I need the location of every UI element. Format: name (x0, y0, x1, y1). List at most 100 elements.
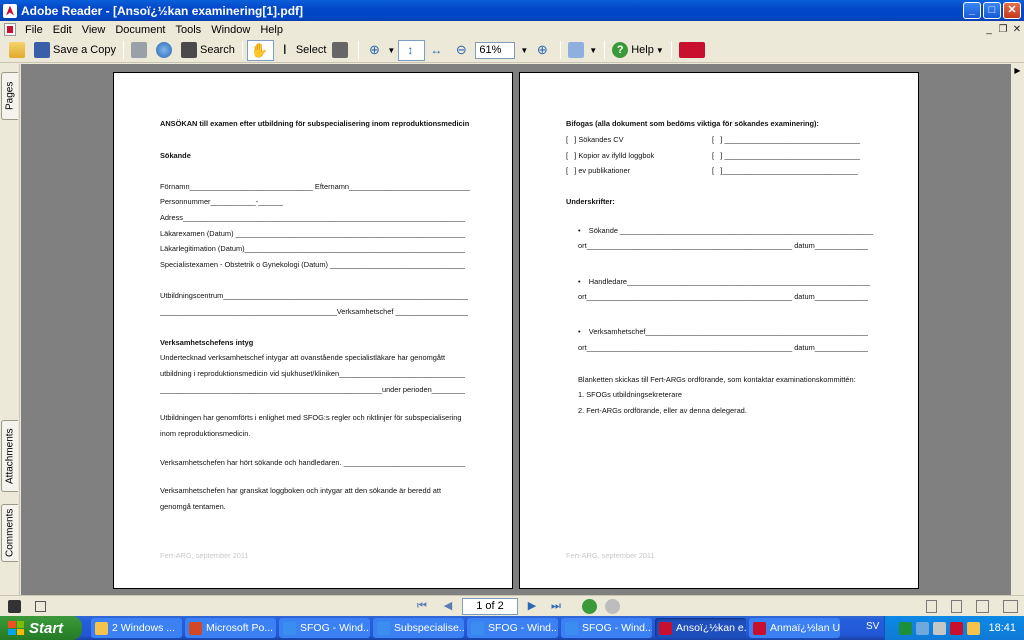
folder-icon (9, 42, 25, 58)
pdf-page-2: Bifogas (alla dokument som bedöms viktig… (519, 72, 919, 589)
actual-size-button[interactable]: ↕ (398, 39, 426, 61)
tab-attachments[interactable]: Attachments (1, 420, 18, 492)
title-bar: Adobe Reader - [Ansoï¿½kan examinering[1… (0, 0, 1024, 21)
clock[interactable]: 18:41 (988, 622, 1016, 634)
fit-width-button[interactable]: ↔ (425, 40, 450, 61)
single-page-layout-icon[interactable] (926, 599, 937, 613)
select-label: Select (295, 44, 327, 56)
rotate-button[interactable]: ▼ (565, 40, 600, 61)
zoom-input[interactable]: 61% (475, 41, 516, 59)
hand-tool-button[interactable]: ✋ (246, 39, 274, 61)
menu-edit[interactable]: Edit (48, 24, 77, 36)
taskbar-button[interactable]: SFOG - Wind... (561, 618, 652, 638)
sokande-heading: Sökande (160, 151, 191, 160)
open-button[interactable] (6, 40, 31, 61)
pdf-page-1: ANSÖKAN till examen efter utbildning för… (113, 72, 513, 589)
menu-help[interactable]: Help (255, 24, 288, 36)
tray-security-icon[interactable] (950, 621, 964, 635)
next-page-button[interactable]: ▶ (524, 598, 540, 614)
zoom-out-button[interactable]: ⊖ (450, 40, 475, 61)
task-label: 2 Windows ... (112, 622, 176, 634)
granskat-text-1: Verksamhetschefen har granskat loggboken… (160, 486, 442, 495)
menu-window[interactable]: Window (206, 24, 255, 36)
doc-close-button[interactable]: ✕ (1010, 24, 1024, 35)
forward-view-button[interactable] (605, 598, 620, 614)
task-label: Anmaï¿½lan Ut... (770, 622, 840, 634)
facing-layout-icon[interactable] (976, 599, 989, 613)
menu-file[interactable]: File (20, 24, 48, 36)
adress-line: Adress__________________________________… (160, 213, 465, 222)
email-button[interactable] (153, 40, 178, 61)
form-heading: ANSÖKAN till examen efter utbildning för… (160, 119, 470, 128)
window-title: Adobe Reader - [Ansoï¿½kan examinering[1… (21, 3, 304, 18)
page-footer: Fert-ARG, september 2011 (566, 551, 655, 560)
scroll-up-arrow-icon[interactable]: ▶ (1011, 64, 1024, 77)
text-select-icon: Ⅰ (282, 42, 287, 57)
continuous-layout-icon[interactable] (951, 599, 962, 613)
search-button[interactable]: Search (178, 40, 238, 61)
task-app-icon (95, 621, 108, 635)
attachment-loggbok: [ ] Kopior av ifylld loggbok (566, 151, 655, 160)
snapshot-button[interactable] (329, 40, 354, 61)
tray-network-icon[interactable] (916, 621, 930, 635)
minimize-button[interactable]: _ (963, 2, 981, 19)
ort-datum-2: ort_____________________________________… (578, 292, 868, 301)
taskbar-button[interactable]: Subspecialise... (373, 618, 464, 638)
task-label: Ansoï¿½kan e... (676, 622, 746, 634)
attachment-cv: [ ] Sökandes CV (566, 135, 624, 144)
zoom-in-tool-button[interactable]: ⊕ ▼ (363, 40, 398, 61)
zoom-out-icon: ⊖ (455, 42, 467, 57)
tray-update-icon[interactable] (967, 621, 981, 635)
tray-app-icon[interactable] (899, 621, 913, 635)
page-thumbnail-icon[interactable] (35, 600, 46, 612)
task-list: 2 Windows ... Microsoft Po... SFOG - Wind.… (88, 618, 840, 638)
task-app-icon (659, 621, 672, 635)
signature-handledare: • Handledare____________________________… (578, 277, 870, 286)
task-label: SFOG - Wind... (582, 622, 652, 634)
first-page-button[interactable]: ⏮ (414, 598, 430, 614)
zoom-dropdown[interactable]: ▼ (515, 40, 531, 61)
previous-page-button[interactable]: ◀ (440, 598, 456, 614)
task-app-icon (753, 621, 766, 635)
taskbar-button[interactable]: SFOG - Wind... (279, 618, 370, 638)
tray-volume-icon[interactable] (933, 621, 947, 635)
language-indicator[interactable]: SV (866, 621, 879, 632)
zoom-in-button[interactable]: ⊕ (531, 40, 556, 61)
intyg-text-2: utbildning i reproduktionsmedicin vid sj… (160, 369, 465, 378)
back-view-button[interactable] (582, 598, 597, 614)
last-page-button[interactable]: ⏭ (548, 598, 564, 614)
print-button[interactable] (128, 40, 153, 61)
tab-comments[interactable]: Comments (1, 504, 18, 562)
page-number-input[interactable]: 1 of 2 (462, 597, 518, 615)
hort-text: Verksamhetschefen har hört sökande och h… (160, 458, 465, 467)
select-tool-button[interactable]: Ⅰ Select (274, 40, 330, 61)
doc-minimize-button[interactable]: _ (982, 24, 996, 35)
magnifier-icon: ⊕ (368, 42, 380, 57)
save-icon (34, 42, 50, 58)
doc-restore-button[interactable]: ❐ (996, 24, 1010, 35)
yahoo-toolbar-button[interactable] (676, 40, 711, 61)
vertical-scrollbar[interactable]: ▶ (1011, 64, 1024, 595)
navigation-pane-icon[interactable] (8, 599, 21, 613)
bifogas-heading: Bifogas (alla dokument som bedöms viktig… (566, 119, 819, 128)
pdf-document-icon[interactable] (4, 23, 16, 36)
taskbar-button[interactable]: SFOG - Wind... (467, 618, 558, 638)
close-button[interactable]: ✕ (1003, 2, 1021, 19)
continuous-facing-layout-icon[interactable] (1003, 599, 1018, 613)
save-copy-button[interactable]: Save a Copy (31, 40, 119, 61)
taskbar-button[interactable]: Anmaï¿½lan Ut... (749, 618, 840, 638)
document-view[interactable]: ANSÖKAN till examen efter utbildning för… (21, 64, 1011, 595)
sfog-text-2: inom reproduktionsmedicin. (160, 429, 251, 438)
menu-tools[interactable]: Tools (171, 24, 207, 36)
start-button[interactable]: Start (0, 616, 82, 640)
taskbar-button[interactable]: Microsoft Po... (185, 618, 276, 638)
yahoo-logo-icon (678, 42, 705, 58)
help-button[interactable]: ? Help ▼ (609, 40, 667, 61)
maximize-button[interactable]: □ (983, 2, 1001, 19)
taskbar-button[interactable]: Ansoï¿½kan e... (655, 618, 746, 638)
start-label: Start (29, 619, 64, 637)
tab-pages[interactable]: Pages (1, 72, 18, 120)
menu-view[interactable]: View (77, 24, 111, 36)
taskbar-button[interactable]: 2 Windows ... (91, 618, 182, 638)
menu-document[interactable]: Document (110, 24, 170, 36)
